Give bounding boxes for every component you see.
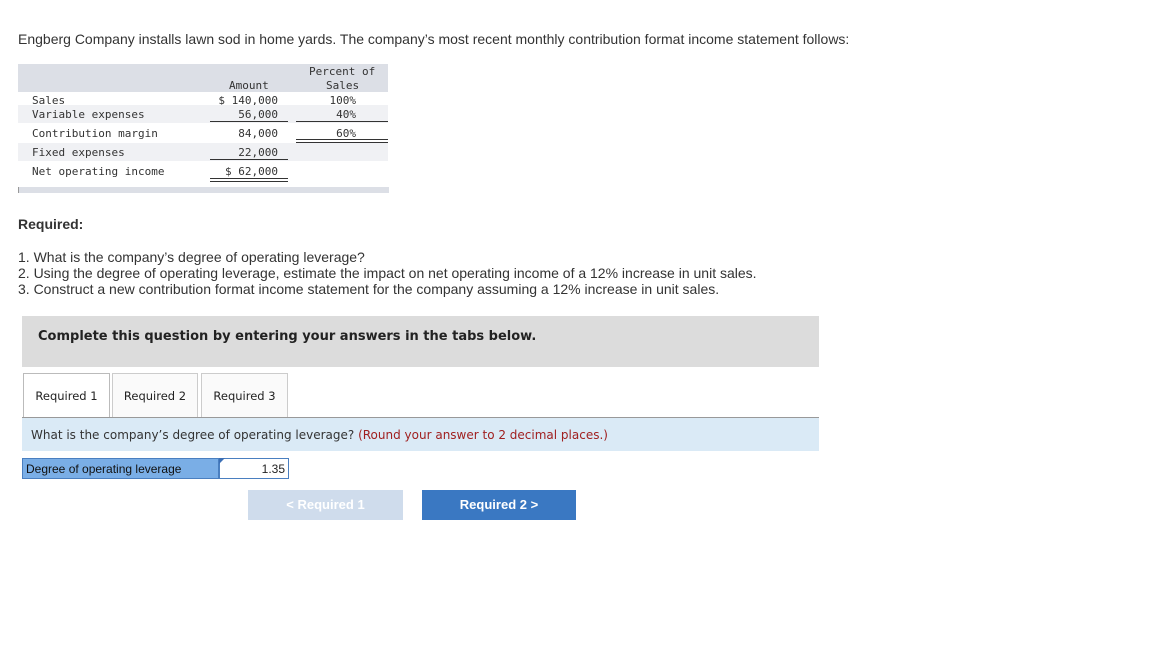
question-bar: What is the company’s degree of operatin… (22, 418, 819, 451)
question-2: 2. Using the degree of operating leverag… (18, 265, 757, 281)
input-corner-marker (219, 458, 225, 464)
table-header: Amount Percent of Sales (18, 64, 388, 92)
question-text: What is the company’s degree of operatin… (31, 428, 359, 442)
rounding-hint: (Round your answer to 2 decimal places.) (358, 428, 608, 442)
table-row: Contribution margin 84,000 60% (18, 124, 388, 143)
prev-button[interactable]: < Required 1 (248, 490, 403, 520)
question-1: 1. What is the company’s degree of opera… (18, 249, 365, 265)
row-label: Contribution margin (32, 127, 158, 140)
underline (296, 121, 388, 122)
underline (210, 121, 288, 122)
table-row: Fixed expenses 22,000 (18, 143, 388, 161)
row-amount: 84,000 (238, 127, 278, 140)
intro-text: Engberg Company installs lawn sod in hom… (18, 31, 850, 47)
question-bar-text: What is the company’s degree of operatin… (31, 428, 608, 442)
row-label: Net operating income (32, 165, 165, 178)
row-percent: 40% (336, 108, 356, 121)
header-percent-line1: Percent of (309, 65, 376, 78)
question-3: 3. Construct a new contribution format i… (18, 281, 720, 297)
tab-required-2[interactable]: Required 2 (112, 373, 198, 417)
tab-required-3[interactable]: Required 3 (201, 373, 288, 417)
answer-input[interactable]: 1.35 (219, 458, 289, 479)
underline (210, 159, 288, 160)
underline (210, 181, 288, 182)
table-row: Sales $ 140,000 100% (18, 91, 388, 107)
row-label: Fixed expenses (32, 146, 125, 159)
row-amount: 56,000 (238, 108, 278, 121)
instruction-panel: Complete this question by entering your … (22, 316, 819, 367)
table-footer (18, 187, 389, 193)
underline (296, 139, 388, 140)
tab-required-1[interactable]: Required 1 (23, 373, 110, 417)
answer-label: Degree of operating leverage (22, 458, 219, 479)
row-label: Variable expenses (32, 108, 145, 121)
row-amount: $ 62,000 (225, 165, 278, 178)
underline (210, 178, 288, 179)
table-row: Variable expenses 56,000 40% (18, 105, 388, 123)
instruction-text: Complete this question by entering your … (38, 329, 537, 344)
row-amount: 22,000 (238, 146, 278, 159)
income-statement-table: Amount Percent of Sales Sales $ 140,000 … (18, 64, 389, 193)
table-row: Net operating income $ 62,000 (18, 162, 388, 182)
next-button[interactable]: Required 2 > (422, 490, 576, 520)
required-heading: Required: (18, 216, 84, 232)
